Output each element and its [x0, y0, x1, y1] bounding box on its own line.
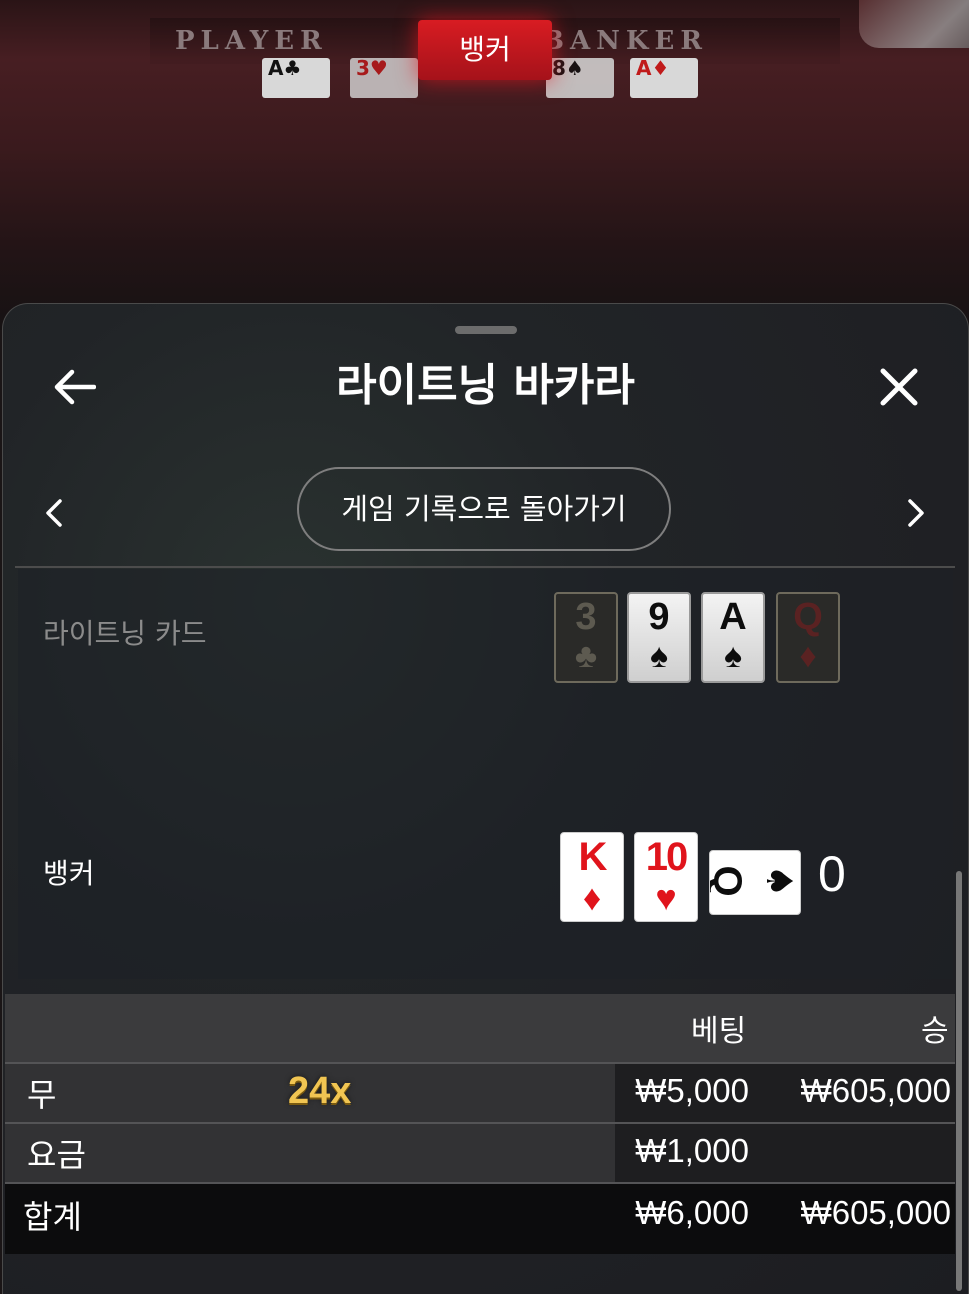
banker-hand-label: 뱅커	[43, 857, 95, 890]
banker-score: 0	[818, 846, 846, 902]
total-win-amount: ₩605,000	[800, 1194, 951, 1231]
bet-amount: ₩1,000	[635, 1132, 749, 1169]
next-round-button[interactable]	[895, 492, 937, 534]
lightning-card: 3 ♣	[554, 592, 618, 683]
previous-round-button[interactable]	[33, 492, 75, 534]
table-player-word: PLAYER	[175, 26, 328, 56]
table-banker-word: BANKER	[542, 26, 708, 56]
table-row: 무 24x ₩5,000 ₩605,000	[5, 1062, 955, 1122]
back-button[interactable]	[48, 362, 100, 412]
total-label: 합계	[23, 1198, 82, 1236]
winner-badge: 뱅커	[418, 20, 552, 80]
game-details-sheet: 라이트닝 바카라 게임 기록으로 돌아가기 라이트닝 카드 3 ♣ 9 ♠ A ♠ Q…	[2, 303, 969, 1294]
chevron-left-icon	[46, 499, 62, 527]
dealer-hand	[859, 0, 969, 48]
table-card: 8♠	[546, 58, 614, 98]
lightning-cards-label: 라이트닝 카드	[43, 617, 207, 650]
win-amount: ₩605,000	[800, 1072, 951, 1109]
table-card: 3♥	[350, 58, 418, 98]
lightning-card: A ♠	[701, 592, 765, 683]
multiplier-badge: 24x	[288, 1070, 352, 1112]
total-row: 합계 ₩6,000 ₩605,000	[5, 1182, 955, 1254]
close-button[interactable]	[873, 362, 925, 412]
divider	[15, 566, 955, 568]
live-video-background: PLAYER BANKER A♣ 3♥ 8♠ A♦ 뱅커	[0, 0, 969, 330]
table-card: A♣	[262, 58, 330, 98]
page-title: 라이트닝 바카라	[336, 360, 635, 411]
bets-table: 베팅 승 무 24x ₩5,000 ₩605,000 요금 ₩1,000 합계 …	[5, 994, 955, 1294]
back-to-history-button[interactable]: 게임 기록으로 돌아가기	[297, 467, 671, 551]
table-row: 요금 ₩1,000	[5, 1122, 955, 1182]
column-header-win: 승	[921, 1014, 949, 1049]
banker-card: K ♦	[560, 832, 624, 922]
table-card: A♦	[630, 58, 698, 98]
scrollbar[interactable]	[956, 871, 962, 1291]
drag-handle[interactable]	[455, 326, 517, 334]
total-bet-amount: ₩6,000	[635, 1194, 749, 1231]
lightning-card: 9 ♠	[627, 592, 691, 683]
bet-type-label: 무	[27, 1076, 57, 1114]
bet-type-label: 요금	[27, 1136, 86, 1174]
bet-amount: ₩5,000	[635, 1072, 749, 1109]
close-icon	[880, 368, 918, 406]
column-header-bet: 베팅	[691, 1014, 747, 1049]
chevron-right-icon	[908, 499, 924, 527]
lightning-card: Q ♦	[776, 592, 840, 683]
arrow-left-icon	[54, 369, 96, 405]
banker-card: 10 ♥	[634, 832, 698, 922]
banker-card-third: Q ♠	[709, 850, 801, 915]
bets-table-header: 베팅 승	[5, 994, 955, 1062]
